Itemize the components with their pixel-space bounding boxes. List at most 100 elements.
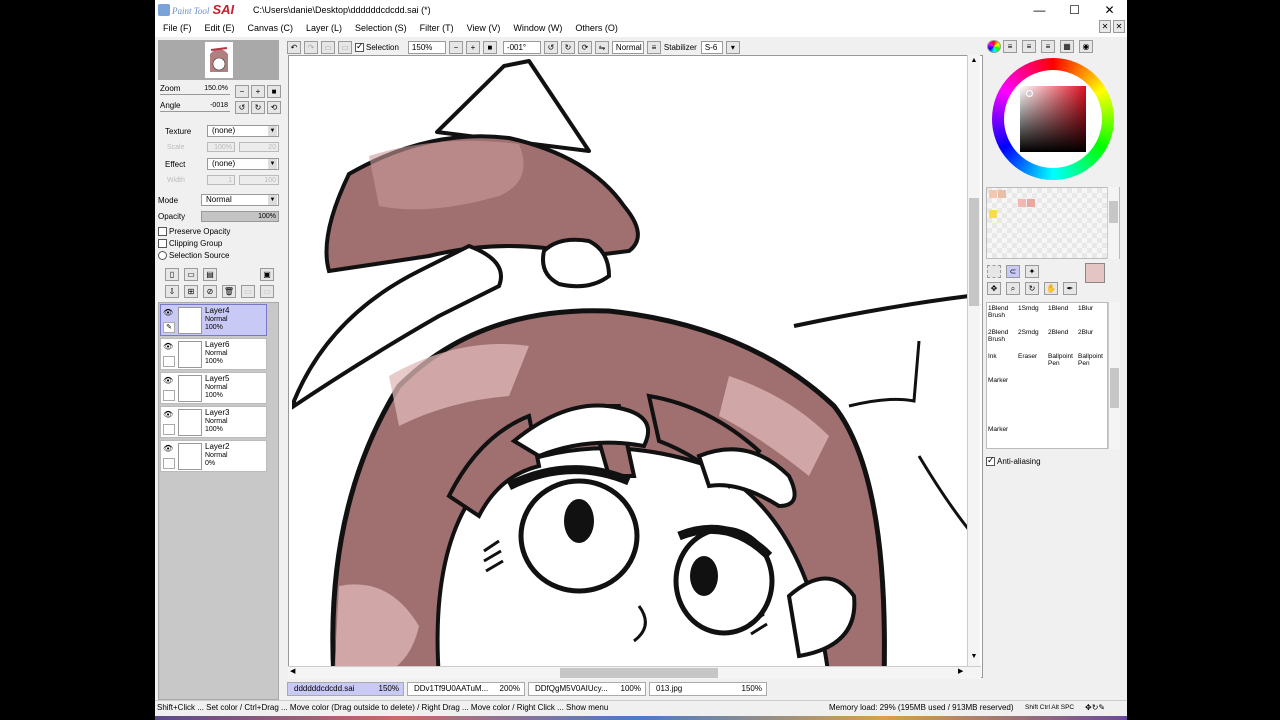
layer-lock-box[interactable]: [163, 390, 175, 401]
stabilizer-box[interactable]: S-6: [700, 40, 723, 54]
zoom-tool-icon[interactable]: ⌕: [1006, 282, 1020, 295]
menu-canvas[interactable]: Canvas (C): [248, 23, 294, 33]
preserve-opacity-option[interactable]: Preserve Opacity: [158, 227, 230, 236]
scroll-down-icon[interactable]: ▼: [969, 653, 979, 663]
transfer-down-icon[interactable]: ⇩: [165, 285, 179, 298]
brush-eraser[interactable]: Eraser: [1018, 353, 1048, 377]
swatch[interactable]: [989, 210, 997, 218]
scale-number[interactable]: 20: [239, 142, 279, 152]
brush-2blend-brush[interactable]: 2Blend Brush: [988, 329, 1018, 353]
layer-row[interactable]: 👁 Layer3 Normal 100%: [160, 406, 267, 438]
navigator-preview[interactable]: [158, 40, 279, 80]
menu-window[interactable]: Window (W): [513, 23, 562, 33]
eye-icon[interactable]: 👁: [163, 308, 175, 318]
effect-select[interactable]: (none): [207, 158, 279, 170]
selection-source-radio[interactable]: [158, 251, 167, 260]
menu-layer[interactable]: Layer (L): [306, 23, 342, 33]
rotate-tool-icon[interactable]: ↻: [1025, 282, 1039, 295]
brush-2blur[interactable]: 2Blur: [1078, 329, 1108, 353]
clipping-group-option[interactable]: Clipping Group: [158, 239, 222, 248]
selection-checkbox[interactable]: [355, 41, 364, 52]
zoom-out-button[interactable]: −: [235, 85, 249, 98]
layer-mask-icon[interactable]: ▣: [260, 268, 274, 281]
close-button[interactable]: ✕: [1092, 0, 1127, 19]
anti-aliasing-option[interactable]: Anti-aliasing: [986, 455, 1041, 466]
layer-row[interactable]: 👁 Layer5 Normal 100%: [160, 372, 267, 404]
redo-icon[interactable]: ↷: [304, 40, 318, 54]
primary-color-box[interactable]: [1085, 263, 1105, 283]
delete-layer-icon[interactable]: 🗑: [222, 285, 236, 298]
menu-selection[interactable]: Selection (S): [355, 23, 407, 33]
undo-icon[interactable]: ↶: [287, 40, 301, 54]
brush-1blend[interactable]: 1Blend: [1048, 305, 1078, 329]
color-wheel-icon[interactable]: [987, 40, 1001, 53]
horizontal-scrollbar[interactable]: ◀ ▶: [288, 666, 981, 679]
rgb-slider-icon[interactable]: ≡: [1003, 40, 1017, 53]
minimize-button[interactable]: —: [1022, 0, 1057, 19]
rotate-right-button[interactable]: ↻: [251, 101, 265, 114]
blend-mode-select[interactable]: Normal: [201, 194, 279, 206]
swatch-scrollbar[interactable]: [1107, 187, 1119, 259]
menu-filter[interactable]: Filter (T): [420, 23, 454, 33]
brush-ballpoint-pen[interactable]: Ballpoint Pen: [1048, 353, 1078, 377]
zoom-in-button[interactable]: +: [251, 85, 265, 98]
blend-mode-box[interactable]: Normal: [611, 40, 644, 54]
flip-icon[interactable]: ⇋: [594, 40, 609, 54]
swatches-icon[interactable]: ▦: [1060, 40, 1074, 53]
blend-menu-icon[interactable]: ≡: [646, 40, 661, 54]
brush-marker[interactable]: Marker: [988, 377, 1018, 401]
menu-others[interactable]: Others (O): [575, 23, 618, 33]
swatch[interactable]: [1027, 199, 1035, 207]
move-icon[interactable]: ✥: [987, 282, 1001, 295]
scratchpad-icon[interactable]: ◉: [1079, 40, 1093, 53]
color-wheel[interactable]: [992, 58, 1114, 180]
eye-icon[interactable]: 👁: [163, 376, 175, 386]
magic-wand-icon[interactable]: ✦: [1025, 265, 1039, 278]
menu-view[interactable]: View (V): [467, 23, 501, 33]
mdi-close-icon[interactable]: ✕: [1099, 20, 1111, 33]
invert-selection-icon[interactable]: ▭: [338, 40, 352, 54]
layer-row[interactable]: 👁 ✎ Layer4 Normal 100%: [160, 304, 267, 336]
rotate-right-icon[interactable]: ↻: [560, 40, 575, 54]
select-rect-icon[interactable]: [987, 265, 1001, 278]
eyedropper-icon[interactable]: ✒: [1063, 282, 1077, 295]
brush-ink[interactable]: Ink: [988, 353, 1018, 377]
drawing-canvas[interactable]: [288, 55, 983, 678]
rotate-left-button[interactable]: ↺: [235, 101, 249, 114]
hand-icon[interactable]: ✋: [1044, 282, 1058, 295]
menu-file[interactable]: File (F): [163, 23, 192, 33]
layer-lock-box[interactable]: [163, 424, 175, 435]
eye-icon[interactable]: 👁: [163, 410, 175, 420]
width-slider[interactable]: 1: [207, 175, 235, 185]
zoom-reset-button[interactable]: ■: [267, 85, 281, 98]
brush-scrollbar[interactable]: [1108, 302, 1120, 449]
layer-lock-box[interactable]: [163, 458, 175, 469]
angle-slider[interactable]: [160, 111, 230, 112]
width-number[interactable]: 100: [239, 175, 279, 185]
eye-icon[interactable]: 👁: [163, 342, 175, 352]
merge-down-icon[interactable]: ⊞: [184, 285, 198, 298]
vertical-scrollbar[interactable]: ▲ ▼: [967, 55, 980, 666]
brush-2blend[interactable]: 2Blend: [1048, 329, 1078, 353]
brush-1blur[interactable]: 1Blur: [1078, 305, 1108, 329]
color-picker-handle[interactable]: [1026, 90, 1033, 97]
doc-tab[interactable]: ddddddcdcdd.sai 150%: [287, 682, 404, 696]
scroll-right-icon[interactable]: ▶: [958, 667, 968, 678]
new-folder-icon[interactable]: ▤: [203, 268, 217, 281]
scroll-up-icon[interactable]: ▲: [969, 57, 979, 67]
layer-row[interactable]: 👁 Layer6 Normal 100%: [160, 338, 267, 370]
hsv-slider-icon[interactable]: ≡: [1022, 40, 1036, 53]
doc-tab[interactable]: 013.jpg 150%: [649, 682, 767, 696]
preserve-opacity-checkbox[interactable]: [158, 227, 167, 236]
swatch[interactable]: [998, 190, 1006, 198]
clear-layer-icon[interactable]: ⊘: [203, 285, 217, 298]
selection-source-option[interactable]: Selection Source: [158, 251, 229, 260]
deselect-icon[interactable]: ▭: [321, 40, 335, 54]
clipping-group-checkbox[interactable]: [158, 239, 167, 248]
brush-1smdg[interactable]: 1Smdg: [1018, 305, 1048, 329]
zoom-slider[interactable]: [160, 94, 230, 95]
brush-ballpoint-pen-2[interactable]: Ballpoint Pen: [1078, 353, 1108, 377]
mdi-close-icon-2[interactable]: ✕: [1113, 20, 1125, 33]
rotate-reset-button[interactable]: ⟲: [267, 101, 281, 114]
mixer-icon[interactable]: ≡: [1041, 40, 1055, 53]
